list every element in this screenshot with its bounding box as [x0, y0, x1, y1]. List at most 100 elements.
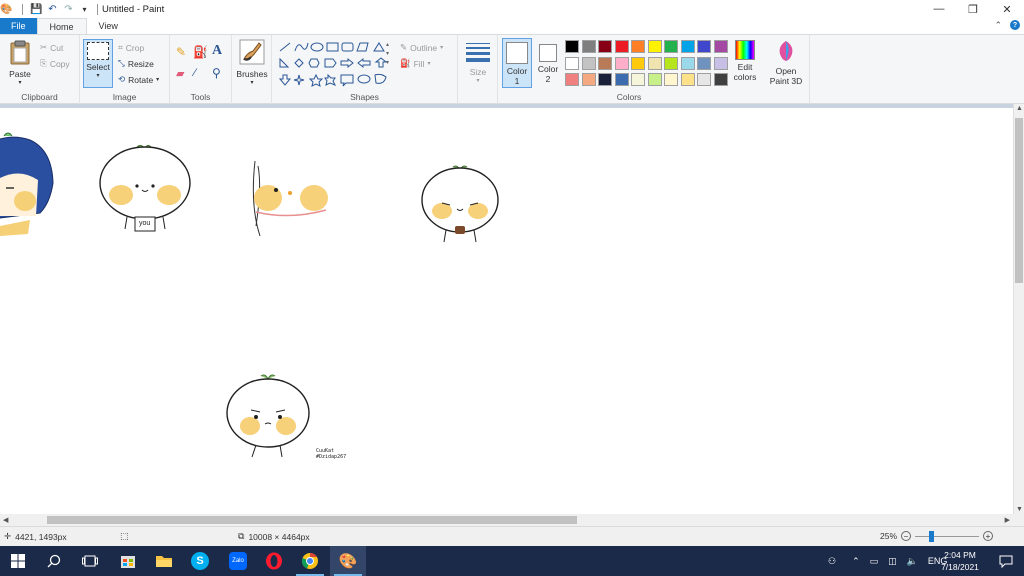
color-swatch[interactable]: [697, 40, 711, 53]
color-swatch[interactable]: [581, 40, 596, 53]
color-swatch[interactable]: [680, 73, 695, 86]
zoom-out-icon[interactable]: −: [901, 531, 912, 541]
edit-colors-button[interactable]: Edit colors: [730, 40, 760, 82]
more-icon[interactable]: ▾: [386, 59, 389, 66]
color-swatch[interactable]: [713, 73, 728, 86]
resize-button[interactable]: ⤡ Resize: [118, 58, 154, 69]
color-swatch[interactable]: [581, 73, 596, 86]
scroll-up-icon[interactable]: ▲: [1016, 105, 1023, 112]
shapes-scroll[interactable]: ▴ ▾ ▾: [386, 41, 389, 66]
start-button[interactable]: [0, 546, 36, 576]
text-icon[interactable]: A: [212, 43, 222, 59]
taskbar-zalo[interactable]: Zalo: [220, 546, 256, 576]
select-button[interactable]: Select ▾: [83, 39, 113, 88]
color-swatch[interactable]: [697, 56, 711, 70]
color-swatch[interactable]: [565, 73, 579, 86]
horizontal-scroll-thumb[interactable]: [47, 516, 577, 524]
color-swatch[interactable]: [614, 56, 629, 70]
tab-file[interactable]: File: [0, 18, 37, 34]
fill-button[interactable]: ⛽ Fill ▾: [400, 58, 430, 69]
collapse-ribbon-icon[interactable]: ⌃: [994, 20, 1002, 31]
you-sign-text: you: [139, 220, 151, 227]
scroll-down-icon[interactable]: ▼: [1016, 506, 1023, 513]
undo-icon[interactable]: ↶: [46, 3, 59, 16]
color-swatch[interactable]: [647, 40, 662, 53]
color-swatch[interactable]: [647, 56, 662, 70]
vertical-scroll-thumb[interactable]: [1015, 118, 1023, 283]
color2-button[interactable]: Color 2: [534, 38, 562, 88]
color-swatch[interactable]: [664, 56, 678, 70]
taskbar-opera[interactable]: [256, 546, 292, 576]
color-swatch[interactable]: [664, 40, 678, 53]
outline-button[interactable]: ✎ Outline ▾: [400, 42, 443, 53]
color-swatch[interactable]: [565, 40, 579, 53]
color1-button[interactable]: Color 1: [502, 38, 532, 88]
tab-home[interactable]: Home: [36, 18, 87, 34]
zoom-in-icon[interactable]: +: [983, 531, 994, 541]
taskbar-skype[interactable]: S: [182, 546, 218, 576]
color-swatch[interactable]: [664, 73, 678, 86]
size-button[interactable]: Size ▾: [462, 41, 494, 84]
copy-button[interactable]: ⎘ Copy: [40, 58, 70, 69]
redo-icon[interactable]: ↷: [62, 3, 75, 16]
scroll-left-icon[interactable]: ◀: [3, 516, 8, 524]
color-swatch[interactable]: [713, 56, 728, 70]
close-button[interactable]: ✕: [990, 0, 1024, 18]
color-swatch[interactable]: [697, 73, 711, 86]
color-swatch[interactable]: [598, 40, 612, 53]
color-swatch[interactable]: [631, 56, 645, 70]
color-swatch[interactable]: [631, 73, 645, 86]
action-center-button[interactable]: [988, 546, 1024, 576]
color-swatch[interactable]: [631, 40, 645, 53]
pencil-icon[interactable]: ✎: [176, 45, 186, 59]
volume-icon[interactable]: 🔈: [907, 556, 918, 567]
chevron-up-icon[interactable]: ▴: [386, 41, 389, 48]
drawing-canvas[interactable]: you CuuKat #Dzidap267: [0, 108, 1013, 514]
zoom-thumb[interactable]: [929, 531, 935, 542]
cut-button[interactable]: ✂ Cut: [40, 42, 63, 53]
color-swatch[interactable]: [565, 56, 579, 70]
paste-button[interactable]: Paste ▾: [4, 39, 36, 86]
color-swatch[interactable]: [647, 73, 662, 86]
clock[interactable]: 2:04 PM 7/18/2021: [934, 549, 986, 573]
fill-bucket-icon[interactable]: ⛽: [193, 45, 208, 59]
color-swatch[interactable]: [614, 40, 629, 53]
battery-icon[interactable]: ▭: [870, 556, 879, 567]
color-swatch[interactable]: [614, 73, 629, 86]
color-picker-icon[interactable]: ⁄: [194, 67, 196, 79]
horizontal-scrollbar[interactable]: ◀ ▶: [0, 514, 1013, 526]
open-paint3d-button[interactable]: Open Paint 3D: [766, 40, 806, 86]
zoom-slider[interactable]: [915, 531, 980, 542]
help-icon[interactable]: ?: [1010, 20, 1020, 30]
save-icon[interactable]: 💾: [30, 3, 43, 16]
chevron-down-icon[interactable]: ▾: [386, 50, 389, 57]
task-view-button[interactable]: [72, 546, 108, 576]
network-icon[interactable]: ◫: [888, 556, 897, 567]
color-swatch[interactable]: [598, 73, 612, 86]
taskbar-chrome[interactable]: [292, 546, 328, 576]
chrome-icon: [301, 552, 318, 569]
taskbar-paint[interactable]: 🎨: [330, 546, 366, 576]
color-swatch[interactable]: [713, 40, 728, 53]
vertical-scrollbar[interactable]: ▲ ▼: [1013, 104, 1024, 514]
customize-qat-icon[interactable]: ▾: [78, 3, 91, 16]
minimize-button[interactable]: —: [922, 0, 956, 18]
taskbar-store-app[interactable]: [110, 546, 146, 576]
brushes-button[interactable]: Brushes ▾: [234, 39, 270, 86]
rotate-button[interactable]: ⟲ Rotate ▾: [118, 74, 159, 85]
maximize-button[interactable]: ❐: [956, 0, 990, 18]
crop-button[interactable]: ⌗ Crop: [118, 42, 144, 53]
color-swatch[interactable]: [680, 40, 695, 53]
eraser-icon[interactable]: ▰: [176, 67, 184, 80]
magnifier-icon[interactable]: ⚲: [212, 66, 221, 80]
color-swatch[interactable]: [581, 56, 596, 70]
shapes-gallery[interactable]: [278, 41, 388, 89]
tab-view[interactable]: View: [87, 18, 130, 34]
chevron-up-icon[interactable]: ⌃: [852, 556, 860, 567]
people-icon[interactable]: ⚇: [828, 556, 836, 567]
scroll-right-icon[interactable]: ▶: [1005, 516, 1010, 524]
taskbar-file-explorer[interactable]: [146, 546, 182, 576]
search-button[interactable]: [36, 546, 72, 576]
color-swatch[interactable]: [598, 56, 612, 70]
color-swatch[interactable]: [680, 56, 695, 70]
